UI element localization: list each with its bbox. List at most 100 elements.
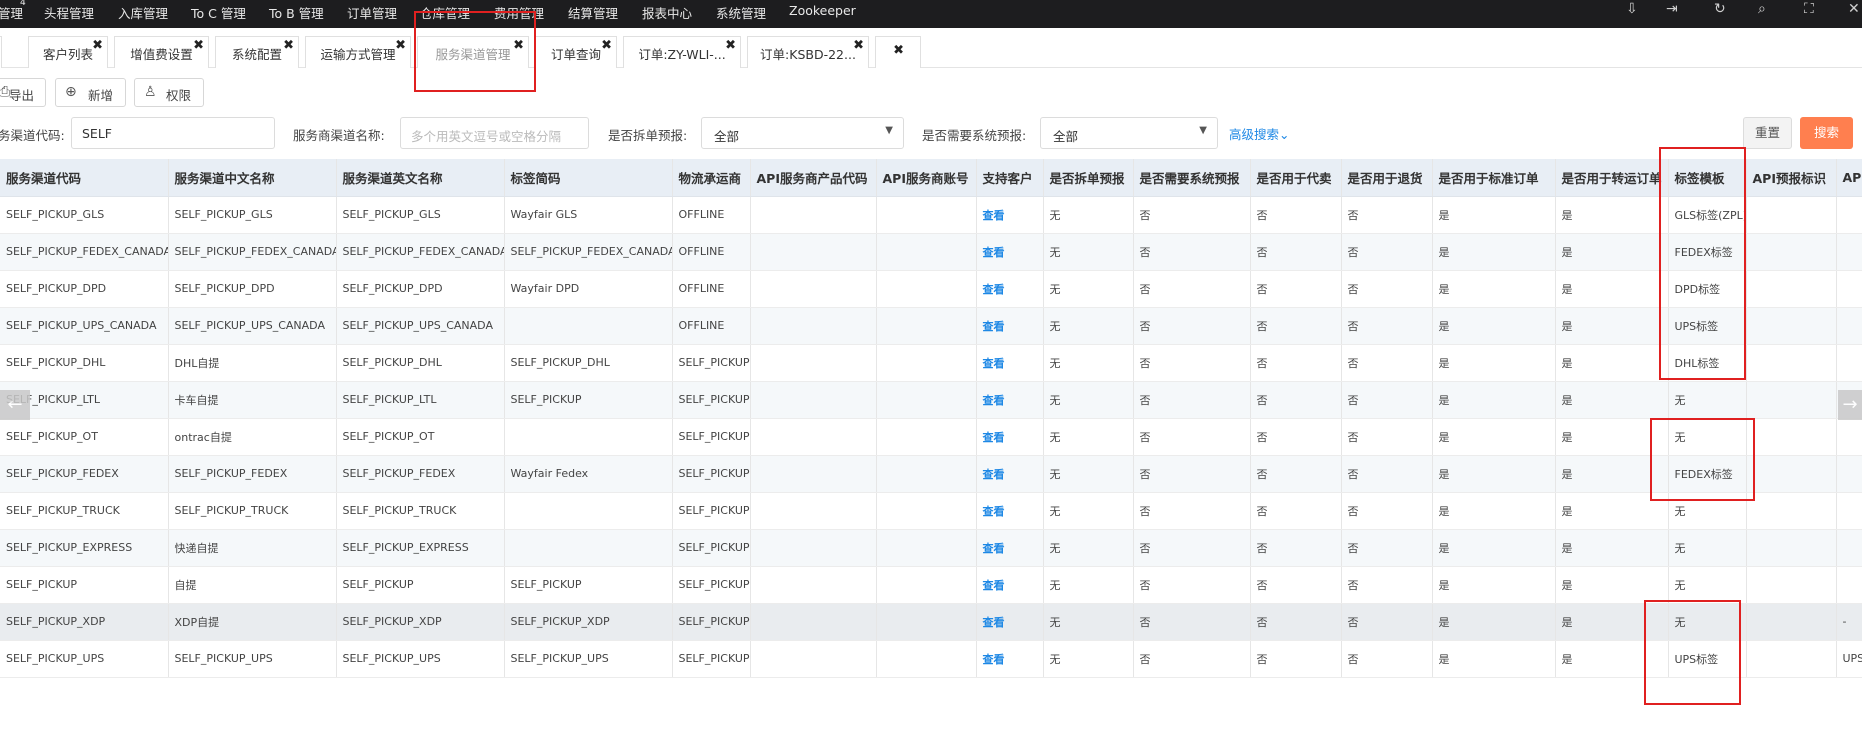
view-customers-link[interactable]: 查看 — [983, 542, 1005, 555]
tab-system-config[interactable]: 系统配置 ✖ — [215, 36, 299, 68]
nav-item-head-transport[interactable]: 头程管理 — [44, 3, 94, 22]
table-row[interactable]: SELF_PICKUP_DHL DHL自提 SELF_PICKUP_DHL SELF_… — [0, 344, 1862, 382]
view-customers-link[interactable]: 查看 — [983, 616, 1005, 629]
table-cell: 查看 — [976, 270, 1044, 308]
table-row[interactable]: SELF_PICKUP_FEDEX SELF_PICKUP_FEDEX SELF_P… — [0, 455, 1862, 493]
refresh-icon[interactable]: ↻ — [1714, 1, 1726, 17]
scroll-left-arrow-icon[interactable]: ← — [0, 390, 30, 420]
tab-value-added-fee[interactable]: 增值费设置 ✖ — [114, 36, 209, 68]
column-header[interactable]: 服务渠道中文名称 — [168, 159, 337, 197]
channel-code-label: 务渠道代码: — [0, 128, 65, 143]
table-cell — [1746, 603, 1837, 641]
nav-item-settlement[interactable]: 结算管理 — [568, 3, 618, 22]
view-customers-link[interactable]: 查看 — [983, 653, 1005, 666]
nav-item-toc[interactable]: To C 管理 — [191, 3, 246, 22]
table-row[interactable]: SELF_PICKUP_LTL 卡车自提 SELF_PICKUP_LTL SELF_P… — [0, 381, 1862, 419]
add-button[interactable]: ⊕ 新增 — [55, 78, 126, 107]
nav-item-inbound[interactable]: 入库管理 — [118, 3, 168, 22]
table-cell: SELF_PICKUP_UPS — [504, 640, 673, 678]
search-button[interactable]: 搜索 — [1800, 117, 1853, 149]
annotation-box-active-tab — [414, 11, 536, 92]
table-row[interactable]: SELF_PICKUP_UPS SELF_PICKUP_UPS SELF_PICKU… — [0, 640, 1862, 678]
logout-icon[interactable]: ⇥ — [1666, 1, 1678, 17]
nav-item-system[interactable]: 系统管理 — [716, 3, 766, 22]
annotation-box-label-template — [1659, 147, 1746, 380]
permission-button[interactable]: ♙ 权限 — [134, 78, 204, 107]
nav-item-zookeeper[interactable]: Zookeeper — [789, 3, 856, 18]
table-row[interactable]: SELF_PICKUP_FEDEX_CANADA SELF_PICKUP_FEDE… — [0, 233, 1862, 271]
tab-transport-method[interactable]: 运输方式管理 ✖ — [305, 36, 411, 68]
column-header[interactable]: API服务商产品代码 — [750, 159, 877, 197]
nav-item-tob[interactable]: To B 管理 — [269, 3, 324, 22]
export-button[interactable]: ⎙ 导出 — [0, 78, 46, 107]
table-row[interactable]: SELF_PICKUP_OT ontrac自提 SELF_PICKUP_OT SELF… — [0, 418, 1862, 456]
view-customers-link[interactable]: 查看 — [983, 394, 1005, 407]
tab-customer-list[interactable]: 客户列表 ✖ — [28, 36, 108, 68]
table-row[interactable]: SELF_PICKUP_XDP XDP自提 SELF_PICKUP_XDP SELF_… — [0, 603, 1862, 641]
channel-code-input[interactable]: SELF — [71, 117, 275, 149]
search-icon[interactable]: ⌕ — [1758, 1, 1766, 17]
column-header[interactable]: 支持客户 — [976, 159, 1044, 197]
view-customers-link[interactable]: 查看 — [983, 431, 1005, 444]
column-header[interactable]: 服务渠道代码 — [0, 159, 169, 197]
close-icon[interactable]: ✖ — [893, 43, 904, 58]
column-header[interactable]: 标签简码 — [504, 159, 673, 197]
table-row[interactable]: SELF_PICKUP_TRUCK SELF_PICKUP_TRUCK SELF_P… — [0, 492, 1862, 530]
reset-button[interactable]: 重置 — [1743, 117, 1792, 149]
table-cell: SELF_PICKUP_OT — [336, 418, 505, 456]
close-all-tabs-button[interactable]: ✖ — [875, 36, 921, 68]
scroll-right-arrow-icon[interactable]: → — [1838, 390, 1862, 420]
tab-order-ksbd[interactable]: 订单:KSBD-22... ✖ — [747, 36, 869, 68]
view-customers-link[interactable]: 查看 — [983, 320, 1005, 333]
close-icon[interactable]: ✖ — [395, 38, 406, 53]
table-row[interactable]: SELF_PICKUP_GLS SELF_PICKUP_GLS SELF_PICKU… — [0, 196, 1862, 234]
close-icon[interactable]: ✖ — [283, 38, 294, 53]
view-customers-link[interactable]: 查看 — [983, 468, 1005, 481]
column-header[interactable]: API — [1836, 159, 1862, 197]
advanced-search-link[interactable]: 高级搜索⌄ — [1229, 124, 1290, 143]
column-header[interactable]: 是否用于退货 — [1341, 159, 1433, 197]
column-header[interactable]: 物流承运商 — [672, 159, 751, 197]
table-row[interactable]: SELF_PICKUP_UPS_CANADA SELF_PICKUP_UPS_CA… — [0, 307, 1862, 345]
view-customers-link[interactable]: 查看 — [983, 283, 1005, 296]
close-icon[interactable]: ✖ — [853, 38, 864, 53]
table-row[interactable]: SELF_PICKUP 自提 SELF_PICKUP SELF_PICKUP SELF_… — [0, 566, 1862, 604]
tab-order-query[interactable]: 订单查询 ✖ — [535, 36, 617, 68]
provider-name-input[interactable]: 多个用英文逗号或空格分隔 — [400, 117, 589, 149]
column-header[interactable]: API服务商账号 — [876, 159, 977, 197]
table-cell — [876, 418, 977, 456]
table-cell: 查看 — [976, 640, 1044, 678]
table-row[interactable]: SELF_PICKUP_EXPRESS 快递自提 SELF_PICKUP_EXPRE… — [0, 529, 1862, 567]
table-cell: SELF_PICKUP_TRUCK — [336, 492, 505, 530]
system-forecast-select[interactable]: 全部 ▼ — [1040, 117, 1218, 149]
table-cell: SELF_PICKUP_EXPRESS — [336, 529, 505, 567]
view-customers-link[interactable]: 查看 — [983, 505, 1005, 518]
nav-item-orders[interactable]: 订单管理 — [347, 3, 397, 22]
table-row[interactable]: SELF_PICKUP_DPD SELF_PICKUP_DPD SELF_PICKU… — [0, 270, 1862, 308]
table-cell — [504, 418, 673, 456]
view-customers-link[interactable]: 查看 — [983, 209, 1005, 222]
table-cell: 否 — [1133, 529, 1251, 567]
tab-overflow-left[interactable] — [0, 36, 2, 68]
annotation-box-label-template-2 — [1650, 418, 1755, 501]
close-icon[interactable]: ✖ — [601, 38, 612, 53]
view-customers-link[interactable]: 查看 — [983, 579, 1005, 592]
column-header[interactable]: 是否用于标准订单 — [1432, 159, 1556, 197]
tab-order-zy[interactable]: 订单:ZY-WLI-... ✖ — [623, 36, 741, 68]
split-forecast-select[interactable]: 全部 ▼ — [701, 117, 904, 149]
column-header[interactable]: 是否拆单预报 — [1043, 159, 1134, 197]
view-customers-link[interactable]: 查看 — [983, 357, 1005, 370]
column-header[interactable]: API预报标识 — [1746, 159, 1837, 197]
close-icon[interactable]: ✖ — [92, 38, 103, 53]
close-icon[interactable]: ✕ — [1848, 1, 1860, 17]
nav-item-reports[interactable]: 报表中心 — [642, 3, 692, 22]
column-header[interactable]: 是否需要系统预报 — [1133, 159, 1251, 197]
fullscreen-icon[interactable]: ⛶ — [1804, 1, 1814, 17]
column-header[interactable]: 是否用于代卖 — [1250, 159, 1342, 197]
close-icon[interactable]: ✖ — [193, 38, 204, 53]
view-customers-link[interactable]: 查看 — [983, 246, 1005, 259]
column-header[interactable]: 是否用于转运订单 — [1555, 159, 1669, 197]
download-icon[interactable]: ⇩ — [1626, 1, 1638, 17]
close-icon[interactable]: ✖ — [725, 38, 736, 53]
column-header[interactable]: 服务渠道英文名称 — [336, 159, 505, 197]
